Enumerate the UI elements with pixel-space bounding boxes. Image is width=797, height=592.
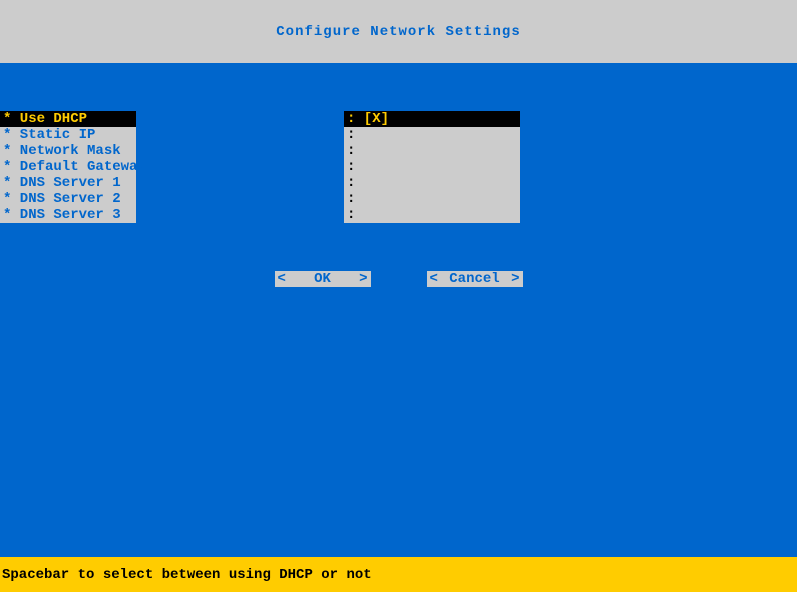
cancel-label: Cancel: [449, 271, 499, 287]
menu-panel: * Use DHCP * Static IP * Network Mask * …: [0, 111, 136, 223]
menu-item-dns-server-3[interactable]: * DNS Server 3: [0, 207, 136, 223]
menu-item-network-mask[interactable]: * Network Mask: [0, 143, 136, 159]
page-title: Configure Network Settings: [276, 24, 520, 40]
ok-bracket-right-icon: >: [359, 271, 367, 287]
cancel-bracket-left-icon: <: [430, 271, 438, 287]
footer: Spacebar to select between using DHCP or…: [0, 557, 797, 592]
footer-hint: Spacebar to select between using DHCP or…: [2, 567, 372, 583]
cancel-button[interactable]: < Cancel >: [427, 271, 523, 287]
value-network-mask[interactable]: :: [344, 143, 520, 159]
value-dns-server-3[interactable]: :: [344, 207, 520, 223]
value-default-gateway[interactable]: :: [344, 159, 520, 175]
value-dns-server-1[interactable]: :: [344, 175, 520, 191]
value-use-dhcp[interactable]: : [X]: [344, 111, 520, 127]
ok-bracket-left-icon: <: [278, 271, 286, 287]
menu-item-default-gateway[interactable]: * Default Gateway: [0, 159, 136, 175]
ok-button[interactable]: < OK >: [275, 271, 371, 287]
menu-item-use-dhcp[interactable]: * Use DHCP: [0, 111, 136, 127]
value-static-ip[interactable]: :: [344, 127, 520, 143]
menu-item-dns-server-1[interactable]: * DNS Server 1: [0, 175, 136, 191]
header: Configure Network Settings: [0, 0, 797, 63]
buttons-row: < OK > < Cancel >: [0, 271, 797, 287]
menu-item-static-ip[interactable]: * Static IP: [0, 127, 136, 143]
main-area: * Use DHCP * Static IP * Network Mask * …: [0, 63, 797, 557]
menu-item-dns-server-2[interactable]: * DNS Server 2: [0, 191, 136, 207]
value-dns-server-2[interactable]: :: [344, 191, 520, 207]
ok-label: OK: [314, 271, 331, 287]
cancel-bracket-right-icon: >: [511, 271, 519, 287]
values-panel: : [X] : : : : : :: [344, 111, 520, 223]
